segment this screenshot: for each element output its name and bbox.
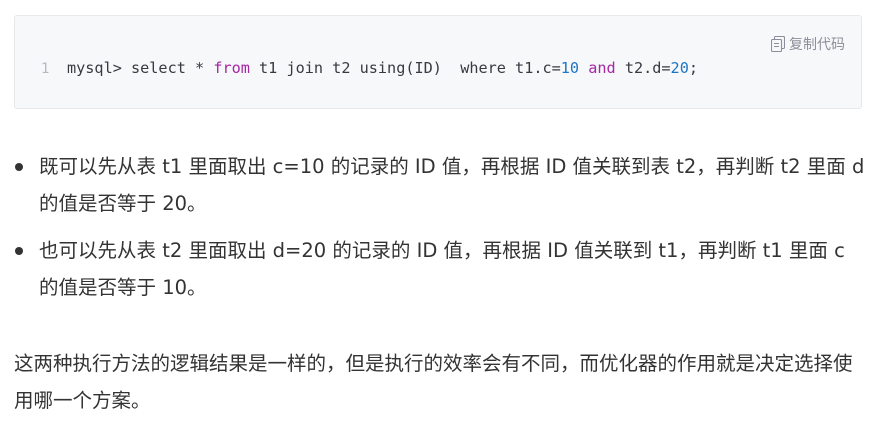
bullet-text: 既可以先从表 t1 里面取出 c=10 的记录的 ID 值，再根据 ID 值关联… — [39, 155, 865, 215]
bullet-dot — [15, 163, 23, 171]
copy-code-label: 复制代码 — [789, 37, 845, 53]
list-item: 既可以先从表 t1 里面取出 c=10 的记录的 ID 值，再根据 ID 值关联… — [0, 148, 878, 222]
code-token-number: 10 — [560, 59, 580, 77]
code-block: 复制代码 1 mysql> select * from t1 join t2 u… — [14, 15, 862, 109]
code-token-keyword: and — [588, 59, 616, 77]
code-token-keyword: from — [213, 59, 250, 77]
copy-code-button[interactable]: 复制代码 — [770, 34, 845, 54]
code-token-plain: t1 join t2 using(ID) where t1.c= — [249, 59, 561, 77]
copy-icon — [770, 35, 786, 53]
code-token-number: 20 — [670, 59, 689, 77]
list-item: 也可以先从表 t2 里面取出 d=20 的记录的 ID 值，再根据 ID 值关联… — [0, 232, 878, 306]
bullet-text: 也可以先从表 t2 里面取出 d=20 的记录的 ID 值，再根据 ID 值关联… — [39, 239, 845, 299]
code-token-plain: t2.d= — [615, 59, 671, 77]
body-paragraph: 这两种执行方法的逻辑结果是一样的，但是执行的效率会有不同，而优化器的作用就是决定… — [14, 352, 853, 412]
bullet-dot — [15, 247, 23, 255]
bullet-list: 既可以先从表 t1 里面取出 c=10 的记录的 ID 值，再根据 ID 值关联… — [0, 148, 878, 316]
code-token-plain: mysql> select * — [67, 59, 214, 77]
code-text: mysql> select * from t1 join t2 using(ID… — [67, 59, 698, 77]
code-line: 1 mysql> select * from t1 join t2 using(… — [41, 59, 698, 77]
code-token-plain: ; — [688, 59, 698, 77]
line-number: 1 — [41, 61, 50, 77]
